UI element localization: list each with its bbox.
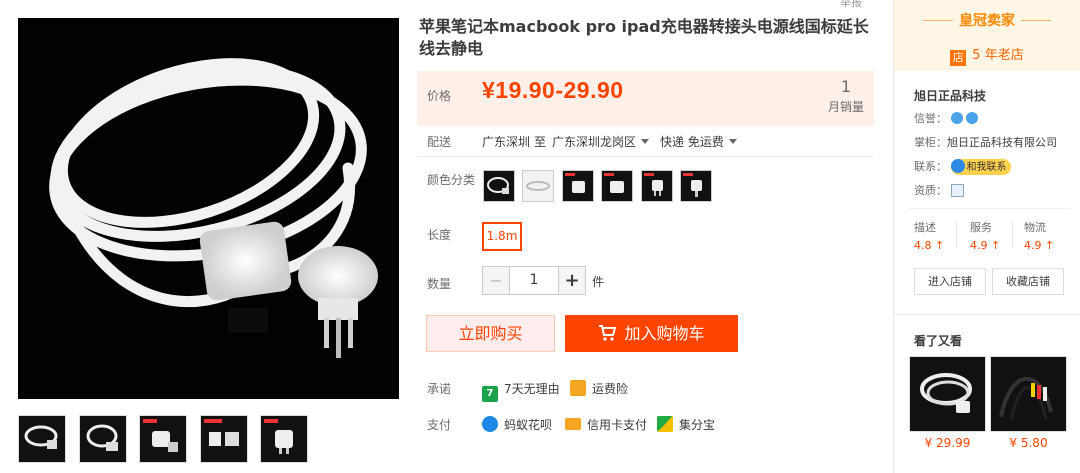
cart-icon xyxy=(598,317,617,354)
huabei-icon xyxy=(482,416,498,432)
crown-seller-title: 皇冠卖家 xyxy=(894,10,1080,30)
store-name[interactable]: 旭日正品科技 xyxy=(914,87,986,104)
buy-now-button[interactable]: 立即购买 xyxy=(426,315,555,352)
quantity-increase-button[interactable]: + xyxy=(558,266,586,295)
color-option-4[interactable] xyxy=(601,170,633,202)
thumbnail-1[interactable] xyxy=(18,415,66,463)
favorite-shop-button[interactable]: 收藏店铺 xyxy=(992,268,1064,295)
quantity-decrease-button[interactable]: − xyxy=(482,266,510,295)
monthly-sales: 1 月销量 xyxy=(828,77,864,115)
payment-item-credit[interactable]: 信用卡支付 xyxy=(565,416,647,433)
credit-diamond-icon xyxy=(966,112,978,124)
crown-seller-badge: 皇冠卖家 店5 年老店 xyxy=(894,0,1080,71)
length-option-1-8m[interactable]: 1.8m xyxy=(482,222,522,251)
promise-insurance-text: 运费险 xyxy=(592,382,629,396)
quantity-input[interactable]: 1 xyxy=(509,266,559,295)
promise-item-return[interactable]: 7 7天无理由 xyxy=(482,380,560,402)
product-page: 举报 苹果笔记本macbook pro ipad充电器转接头电源线国标延长线去静… xyxy=(0,0,1080,473)
chevron-down-icon xyxy=(641,139,650,144)
related-title: 看了又看 xyxy=(914,334,963,348)
store-contact: 联系： 和我联系 xyxy=(914,158,1011,175)
quantity-label: 数量 xyxy=(427,277,452,291)
price-value: ¥19.90-29.90 xyxy=(482,77,624,103)
divider xyxy=(1012,222,1013,248)
promise-return-text: 7天无理由 xyxy=(504,382,560,396)
payment-item-huabei[interactable]: 蚂蚁花呗 xyxy=(482,416,552,433)
chat-icon xyxy=(950,159,965,173)
rating-description: 描述 4.8 ↑ xyxy=(914,221,945,252)
ship-method-select[interactable]: 快递 免运费 xyxy=(660,133,737,150)
product-title: 苹果笔记本macbook pro ipad充电器转接头电源线国标延长线去静电 xyxy=(419,17,869,58)
main-product-image[interactable] xyxy=(18,18,399,399)
shipping-label: 配送 xyxy=(427,135,452,149)
related-item-2-image[interactable] xyxy=(990,356,1067,432)
chevron-down-icon xyxy=(728,139,737,144)
store-age: 店5 年老店 xyxy=(894,44,1080,66)
ship-to-text: 广东深圳龙岗区 xyxy=(552,135,637,149)
credit-card-icon xyxy=(565,418,581,430)
payment-huabei-text: 蚂蚁花呗 xyxy=(504,418,553,432)
payment-item-jifenbao[interactable]: 集分宝 xyxy=(657,416,715,433)
contact-seller-button[interactable]: 和我联系 xyxy=(950,159,1011,175)
sales-label: 月销量 xyxy=(827,100,864,114)
price-label: 价格 xyxy=(427,89,452,103)
color-option-3[interactable] xyxy=(562,170,594,202)
color-option-6[interactable] xyxy=(680,170,712,202)
thumbnail-4[interactable] xyxy=(200,415,248,463)
color-label: 颜色分类 xyxy=(427,173,476,187)
related-item-1-image[interactable] xyxy=(909,356,986,432)
color-option-5[interactable] xyxy=(641,170,673,202)
ship-to-select[interactable]: 广东深圳龙岗区 xyxy=(552,133,650,150)
divider xyxy=(910,208,1070,209)
ship-method-text: 快递 免运费 xyxy=(660,135,724,149)
power-cable-image xyxy=(49,58,378,358)
credit-diamond-icon xyxy=(950,112,963,124)
store-credit: 信誉： xyxy=(914,110,978,126)
store-qualification: 资质： xyxy=(914,182,964,198)
ship-from: 广东深圳 xyxy=(482,135,531,149)
rating-service: 服务 4.9 ↑ xyxy=(970,221,1001,252)
report-link[interactable]: 举报 xyxy=(840,0,862,10)
quantity-unit: 件 xyxy=(592,275,605,289)
color-option-1[interactable] xyxy=(483,170,515,202)
payment-credit-text: 信用卡支付 xyxy=(587,418,648,432)
license-icon[interactable] xyxy=(950,184,964,197)
ship-to-word: 至 xyxy=(534,135,547,149)
divider xyxy=(894,314,1080,315)
payment-label: 支付 xyxy=(427,418,452,432)
thumbnail-3[interactable] xyxy=(139,415,187,463)
color-option-2[interactable] xyxy=(522,170,554,202)
rating-logistics: 物流 4.9 ↑ xyxy=(1024,221,1055,252)
divider xyxy=(417,156,874,157)
payment-jifenbao-text: 集分宝 xyxy=(679,418,716,432)
divider xyxy=(956,222,957,248)
promise-label: 承诺 xyxy=(427,382,452,396)
related-item-1-price: ¥ 29.99 xyxy=(924,436,971,450)
add-to-cart-button[interactable]: 加入购物车 xyxy=(565,315,738,352)
sales-count: 1 xyxy=(840,77,852,96)
thumbnail-5[interactable] xyxy=(260,415,308,463)
enter-shop-button[interactable]: 进入店铺 xyxy=(914,268,986,295)
add-to-cart-label: 加入购物车 xyxy=(624,324,705,343)
length-label: 长度 xyxy=(427,228,452,242)
store-owner: 掌柜：旭日正品科技有限公司 xyxy=(914,136,1057,149)
thumbnail-strip xyxy=(18,415,318,465)
store-icon: 店 xyxy=(950,50,967,66)
shipping-row: 配送 广东深圳 至 广东深圳龙岗区 快递 免运费 xyxy=(427,133,737,150)
jifenbao-icon xyxy=(657,416,673,432)
thumbnail-2[interactable] xyxy=(79,415,127,463)
seven-day-return-icon: 7 xyxy=(482,386,498,402)
promise-item-insurance[interactable]: 运费险 xyxy=(570,380,628,397)
shipping-insurance-icon xyxy=(570,380,586,396)
related-item-2-price: ¥ 5.80 xyxy=(1009,436,1048,450)
price-box: 价格 ¥19.90-29.90 1 月销量 xyxy=(417,71,874,126)
